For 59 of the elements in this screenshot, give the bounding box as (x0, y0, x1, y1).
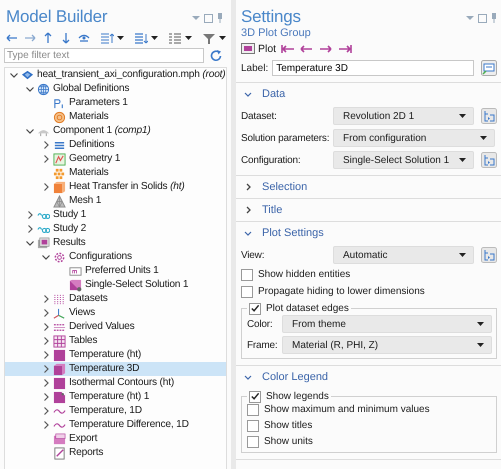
dropdown[interactable]: Automatic (333, 246, 474, 264)
tree-item[interactable]: Temperature (ht) 1 (5, 390, 226, 404)
section-header[interactable]: Title (236, 199, 501, 221)
tree-item[interactable]: Temperature 3D (5, 362, 226, 376)
field-label: View: (241, 250, 266, 260)
checkbox-label: Plot dataset edges (266, 303, 349, 314)
tree-item[interactable]: Datasets (5, 292, 226, 306)
tree-item[interactable]: Mesh 1 (5, 194, 226, 208)
tree-item[interactable]: Materials (5, 110, 226, 124)
field-label: Frame: (247, 340, 277, 350)
tree-item[interactable]: Derived Values (5, 320, 226, 334)
checkbox-label: Show titles (264, 420, 312, 431)
panel-title: Settings (240, 8, 301, 26)
checkbox-label: Show hidden entities (258, 269, 350, 280)
dropdown[interactable]: Single-Select Solution 1 (333, 151, 474, 169)
field-label: Label: (241, 62, 268, 74)
tree-item[interactable]: Export (5, 432, 226, 446)
section-header[interactable]: Selection (236, 176, 501, 198)
tree-item[interactable]: Study 2 (5, 222, 226, 236)
dropdown[interactable]: Material (R, PHI, Z) (282, 336, 492, 354)
tree-item[interactable]: Configurations (5, 250, 226, 264)
plot-button[interactable]: Plot (241, 42, 276, 54)
section-header[interactable]: Plot Settings (236, 222, 501, 244)
checkbox-label: Show units (264, 436, 313, 447)
field-label: Color: (247, 318, 274, 330)
dropdown[interactable]: From theme (282, 315, 492, 333)
tree-item[interactable]: Global Definitions (5, 82, 226, 96)
tree-item[interactable]: Temperature Difference, 1D (5, 418, 226, 432)
tree-item[interactable]: Temperature (ht) (5, 348, 226, 362)
tree-item[interactable]: Preferred Units 1 (5, 264, 226, 278)
tree-item[interactable]: Results (5, 236, 226, 250)
panel-title: Model Builder (5, 8, 108, 26)
tree-item[interactable]: Component 1 (comp1) (5, 124, 226, 138)
checkbox-label: Show maximum and minimum values (264, 404, 430, 415)
tree-item[interactable]: Definitions (5, 138, 226, 152)
section-header[interactable]: Data (236, 83, 501, 105)
label-field[interactable]: Temperature 3D (272, 60, 474, 76)
tree-item[interactable]: Isothermal Contours (ht) (5, 376, 226, 390)
field-label: Dataset: (241, 110, 278, 122)
settings-subtitle: 3D Plot Group (240, 26, 312, 40)
dropdown[interactable]: Revolution 2D 1 (333, 107, 474, 125)
tree-item[interactable]: Temperature, 1D (5, 404, 226, 418)
tree-item[interactable]: Tables (5, 334, 226, 348)
tree-item[interactable]: Geometry 1 (5, 152, 226, 166)
tree-item[interactable]: Parameters 1 (5, 96, 226, 110)
tree-item[interactable]: Materials (5, 166, 226, 180)
tree-item[interactable]: Heat Transfer in Solids (ht) (5, 180, 226, 194)
tree-item[interactable]: Study 1 (5, 208, 226, 222)
filter-field[interactable]: Type filter text (4, 48, 204, 63)
checkbox-label: Propagate hiding to lower dimensions (258, 286, 425, 297)
dropdown[interactable]: From configuration (333, 129, 495, 147)
field-label: Configuration: (241, 154, 302, 166)
tree-item[interactable]: Single-Select Solution 1 (5, 278, 226, 292)
tree-item[interactable]: Views (5, 306, 226, 320)
checkbox-label: Show legends (266, 391, 329, 402)
field-label: Solution parameters: (241, 132, 330, 144)
tree-item[interactable]: heat_transient_axi_configuration.mph (root) (5, 68, 226, 82)
tree-item[interactable]: Reports (5, 446, 226, 460)
section-header[interactable]: Color Legend (236, 366, 501, 388)
